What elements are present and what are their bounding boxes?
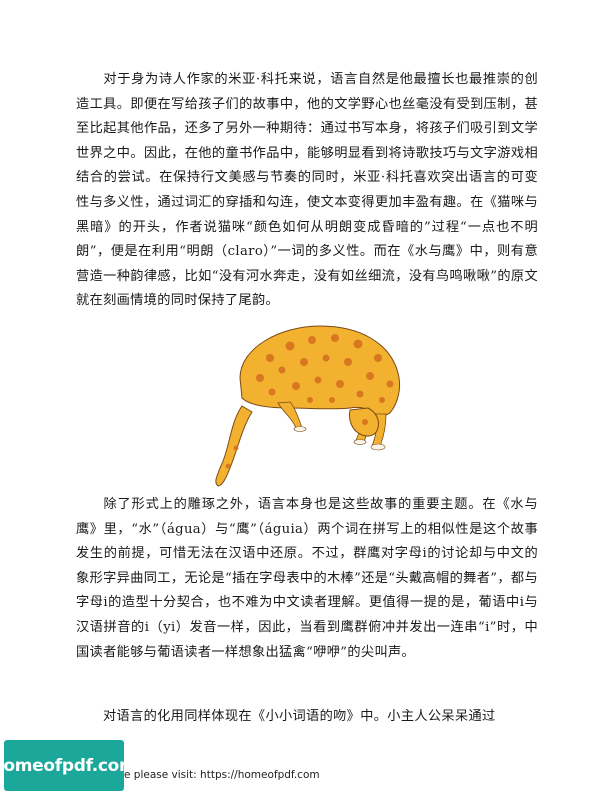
paragraph-text: 对语言的化用同样体现在《小小词语的吻》中。小主人公呆呆通过 (103, 709, 496, 724)
paragraph-text: 对于身为诗人作家的米亚·科托来说，语言自然是他最擅长也最推崇的创造工具。即便在写… (76, 72, 538, 309)
body-paragraph-3: 对语言的化用同样体现在《小小词语的吻》中。小主人公呆呆通过 (76, 705, 538, 730)
paragraph-text: 除了形式上的雕琢之外，语言本身也是这些故事的重要主题。在《水与鹰》里，“水”（á… (76, 497, 538, 660)
watermark-logo[interactable]: homeofpdf.com (0, 740, 137, 791)
watermark-logo-text: homeofpdf.com (0, 755, 137, 776)
watermark-footer-link[interactable]: e please visit: https://homeofpdf.com (124, 769, 320, 781)
body-paragraph-2: 除了形式上的雕琢之外，语言本身也是这些故事的重要主题。在《水与鹰》里，“水”（á… (76, 493, 538, 665)
cat-illustration (215, 325, 401, 487)
body-paragraph-1: 对于身为诗人作家的米亚·科托来说，语言自然是他最擅长也最推崇的创造工具。即便在写… (76, 68, 538, 314)
